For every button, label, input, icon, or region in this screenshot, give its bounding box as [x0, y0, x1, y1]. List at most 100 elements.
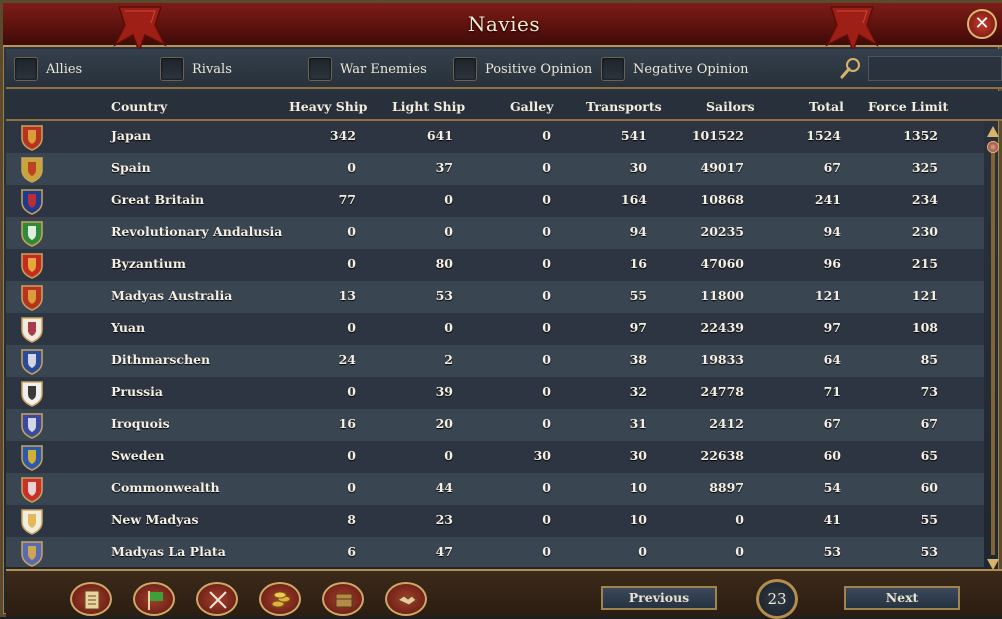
- country-name[interactable]: Revolutionary Andalusia: [111, 224, 282, 239]
- column-transports[interactable]: Transports: [586, 99, 662, 114]
- checkbox[interactable]: [14, 57, 38, 81]
- search-input[interactable]: [868, 56, 1002, 81]
- cell-galley: 0: [542, 160, 551, 175]
- country-name[interactable]: Japan: [111, 128, 151, 143]
- country-name[interactable]: Madyas Australia: [111, 288, 232, 303]
- trade-button[interactable]: [322, 582, 364, 616]
- country-name[interactable]: Dithmarschen: [111, 352, 210, 367]
- column-total[interactable]: Total: [809, 99, 844, 114]
- filter-positive-opinion[interactable]: Positive Opinion: [453, 56, 592, 82]
- country-name[interactable]: Great Britain: [111, 192, 204, 207]
- cell-galley: 0: [542, 416, 551, 431]
- cell-transports: 30: [629, 160, 647, 175]
- country-flag-icon[interactable]: [19, 380, 45, 407]
- scroll-track[interactable]: [991, 141, 995, 555]
- table-row[interactable]: Japan 342 641 0 541 101522 1524 1352: [6, 121, 984, 153]
- country-name[interactable]: Iroquois: [111, 416, 170, 431]
- country-name[interactable]: Commonwealth: [111, 480, 220, 495]
- country-flag-icon[interactable]: [19, 476, 45, 503]
- country-flag-icon[interactable]: [19, 508, 45, 535]
- close-icon: ✕: [974, 13, 990, 34]
- table-row[interactable]: Madyas La Plata 6 47 0 0 0 53 53: [6, 537, 984, 567]
- economy-button[interactable]: [259, 582, 301, 616]
- table-row[interactable]: Madyas Australia 13 53 0 55 11800 121 121: [6, 281, 984, 313]
- cell-force-limit: 121: [911, 288, 938, 303]
- table-row[interactable]: Sweden 0 0 30 30 22638 60 65: [6, 441, 984, 473]
- cell-galley: 0: [542, 352, 551, 367]
- column-force-limit[interactable]: Force Limit: [868, 99, 948, 114]
- diplomacy-button[interactable]: [385, 582, 427, 616]
- cell-force-limit: 60: [920, 480, 938, 495]
- table-row[interactable]: Commonwealth 0 44 0 10 8897 54 60: [6, 473, 984, 505]
- column-heavy-ship[interactable]: Heavy Ship: [289, 99, 367, 114]
- ledger-button[interactable]: [70, 582, 112, 616]
- cell-transports: 97: [629, 320, 647, 335]
- previous-button[interactable]: Previous: [601, 586, 717, 610]
- table-row[interactable]: Iroquois 16 20 0 31 2412 67 67: [6, 409, 984, 441]
- banner-right-icon: [825, 6, 879, 53]
- table-row[interactable]: Byzantium 0 80 0 16 47060 96 215: [6, 249, 984, 281]
- flag-button[interactable]: [133, 582, 175, 616]
- cell-sailors: 22439: [700, 320, 745, 335]
- country-flag-icon[interactable]: [19, 444, 45, 471]
- military-button[interactable]: [196, 582, 238, 616]
- cell-total: 241: [814, 192, 841, 207]
- country-flag-icon[interactable]: [19, 284, 45, 311]
- filter-rivals[interactable]: Rivals: [160, 56, 232, 82]
- checkbox[interactable]: [160, 57, 184, 81]
- country-name[interactable]: Byzantium: [111, 256, 186, 271]
- cell-force-limit: 215: [911, 256, 938, 271]
- country-name[interactable]: Spain: [111, 160, 151, 175]
- checkbox[interactable]: [453, 57, 477, 81]
- country-name[interactable]: New Madyas: [111, 512, 199, 527]
- table-row[interactable]: Revolutionary Andalusia 0 0 0 94 20235 94 230: [6, 217, 984, 249]
- table-row[interactable]: Yuan 0 0 0 97 22439 97 108: [6, 313, 984, 345]
- table-header: Country Heavy Ship Light Ship Galley Tra…: [6, 91, 1002, 121]
- country-flag-icon[interactable]: [19, 252, 45, 279]
- next-button[interactable]: Next: [844, 586, 960, 610]
- checkbox[interactable]: [308, 57, 332, 81]
- cell-light: 23: [435, 512, 453, 527]
- country-flag-icon[interactable]: [19, 124, 45, 151]
- checkbox[interactable]: [601, 57, 625, 81]
- close-button[interactable]: ✕: [967, 9, 997, 39]
- cell-transports: 10: [629, 512, 647, 527]
- country-name[interactable]: Yuan: [111, 320, 145, 335]
- navies-window: Navies ✕ Allies Rivals War Enemies Posit…: [0, 0, 1002, 619]
- table-row[interactable]: Dithmarschen 24 2 0 38 19833 64 85: [6, 345, 984, 377]
- column-sailors[interactable]: Sailors: [706, 99, 755, 114]
- country-name[interactable]: Sweden: [111, 448, 165, 463]
- country-flag-icon[interactable]: [19, 316, 45, 343]
- country-flag-icon[interactable]: [19, 348, 45, 375]
- country-flag-icon[interactable]: [19, 412, 45, 439]
- magnifier-icon: [840, 58, 860, 79]
- column-light-ship[interactable]: Light Ship: [392, 99, 465, 114]
- table-row[interactable]: Prussia 0 39 0 32 24778 71 73: [6, 377, 984, 409]
- filter-label: Allies: [46, 61, 83, 77]
- cell-transports: 30: [629, 448, 647, 463]
- table-row[interactable]: Spain 0 37 0 30 49017 67 325: [6, 153, 984, 185]
- scroll-thumb[interactable]: [987, 141, 999, 153]
- cell-transports: 164: [620, 192, 647, 207]
- country-name[interactable]: Prussia: [111, 384, 163, 399]
- filter-war-enemies[interactable]: War Enemies: [308, 56, 427, 82]
- table-row[interactable]: Great Britain 77 0 0 164 10868 241 234: [6, 185, 984, 217]
- column-country[interactable]: Country: [111, 99, 167, 114]
- cell-heavy: 0: [347, 448, 356, 463]
- filter-negative-opinion[interactable]: Negative Opinion: [601, 56, 749, 82]
- coins-icon: [271, 591, 291, 608]
- country-flag-icon[interactable]: [19, 188, 45, 215]
- filter-allies[interactable]: Allies: [14, 56, 82, 82]
- cell-heavy: 0: [347, 480, 356, 495]
- country-flag-icon[interactable]: [19, 540, 45, 567]
- scroll-up-icon[interactable]: [986, 125, 1000, 139]
- table-row[interactable]: New Madyas 8 23 0 10 0 41 55: [6, 505, 984, 537]
- country-flag-icon[interactable]: [19, 156, 45, 183]
- scrollbar[interactable]: [985, 123, 1001, 573]
- country-name[interactable]: Madyas La Plata: [111, 544, 226, 559]
- column-galley[interactable]: Galley: [510, 99, 554, 114]
- cell-transports: 16: [629, 256, 647, 271]
- cell-light: 39: [435, 384, 453, 399]
- title-bar: Navies ✕: [3, 3, 1002, 53]
- country-flag-icon[interactable]: [19, 220, 45, 247]
